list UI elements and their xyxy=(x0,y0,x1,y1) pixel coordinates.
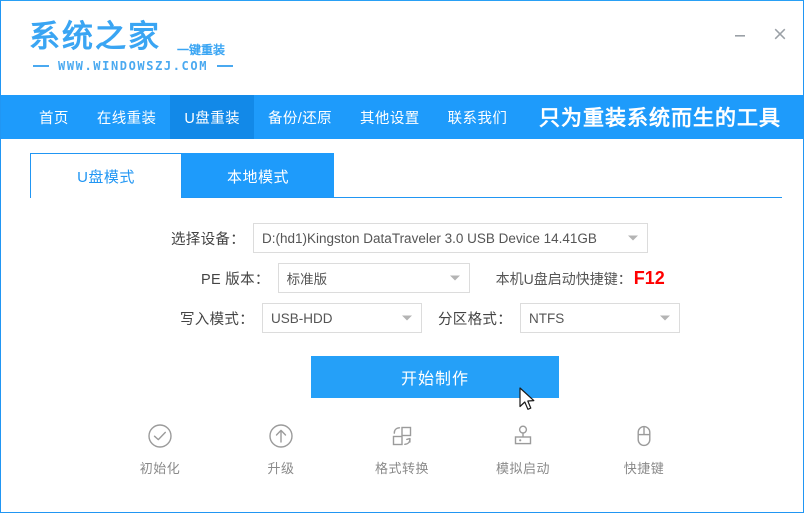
joystick-icon xyxy=(508,421,538,451)
brand-tagline: 一键重装 xyxy=(177,41,225,58)
check-circle-icon xyxy=(145,421,175,451)
brand-logo: 系统之家 一键重装 WWW.WINDOWSZJ.COM xyxy=(29,19,259,77)
nav-item-backup-restore[interactable]: 备份/还原 xyxy=(254,95,346,139)
tool-initialize[interactable]: 初始化 xyxy=(123,421,197,477)
brand-name: 系统之家 xyxy=(29,19,161,55)
app-window: 系统之家 一键重装 WWW.WINDOWSZJ.COM 首页 xyxy=(0,0,804,513)
nav-items: 首页 在线重装 U盘重装 备份/还原 其他设置 联系我们 xyxy=(25,95,521,139)
pe-version-row: PE 版本： 标准版 本机U盘启动快捷键：F12 xyxy=(201,263,665,293)
tool-format-convert-label: 格式转换 xyxy=(375,458,429,477)
device-label: 选择设备： xyxy=(171,228,245,249)
brand-url-row: WWW.WINDOWSZJ.COM xyxy=(33,59,233,73)
minimize-icon xyxy=(732,26,748,42)
tab-local-mode[interactable]: 本地模式 xyxy=(182,153,334,198)
pe-version-label: PE 版本： xyxy=(201,268,270,289)
nav-slogan: 只为重装系统而生的工具 xyxy=(539,95,781,139)
write-mode-row: 写入模式： USB-HDD 分区格式： NTFS xyxy=(180,303,680,333)
tabs-area: U盘模式 本地模式 xyxy=(1,139,803,199)
device-select[interactable]: D:(hd1)Kingston DataTraveler 3.0 USB Dev… xyxy=(253,223,648,253)
boot-hotkey-key: F12 xyxy=(634,268,665,289)
tool-simulate-boot-label: 模拟启动 xyxy=(496,458,550,477)
pe-version-select-value: 标准版 xyxy=(287,268,328,288)
window-controls xyxy=(727,21,793,47)
dash-left-icon xyxy=(33,65,49,67)
chevron-down-icon xyxy=(450,276,460,281)
pe-version-select[interactable]: 标准版 xyxy=(278,263,470,293)
device-row: 选择设备： D:(hd1)Kingston DataTraveler 3.0 U… xyxy=(171,223,648,253)
format-convert-icon xyxy=(387,421,417,451)
partition-format-label: 分区格式： xyxy=(438,308,512,329)
nav-item-contact-us[interactable]: 联系我们 xyxy=(434,95,522,139)
tool-shortcuts: 初始化 升级 格式转换 xyxy=(1,421,803,477)
nav-item-home[interactable]: 首页 xyxy=(25,95,83,139)
main-navigation: 首页 在线重装 U盘重装 备份/还原 其他设置 联系我们 只为重装系统而生的工具 xyxy=(1,95,803,139)
tool-format-convert[interactable]: 格式转换 xyxy=(365,421,439,477)
tab-underline xyxy=(182,197,782,198)
close-icon xyxy=(772,26,788,42)
start-make-button[interactable]: 开始制作 xyxy=(311,356,559,398)
tool-simulate-boot[interactable]: 模拟启动 xyxy=(486,421,560,477)
nav-item-usb-reinstall[interactable]: U盘重装 xyxy=(170,95,254,139)
boot-hotkey-info: 本机U盘启动快捷键：F12 xyxy=(496,268,665,289)
boot-hotkey-label: 本机U盘启动快捷键： xyxy=(496,269,632,289)
nav-item-online-reinstall[interactable]: 在线重装 xyxy=(83,95,171,139)
write-mode-select-value: USB-HDD xyxy=(271,311,333,326)
partition-format-select-value: NTFS xyxy=(529,311,564,326)
brand-url: WWW.WINDOWSZJ.COM xyxy=(58,59,208,73)
tab-usb-mode[interactable]: U盘模式 xyxy=(30,153,182,198)
dash-right-icon xyxy=(217,65,233,67)
tool-hotkeys[interactable]: 快捷键 xyxy=(607,421,681,477)
arrow-up-circle-icon xyxy=(266,421,296,451)
mode-tabs: U盘模式 本地模式 xyxy=(30,153,334,198)
chevron-down-icon xyxy=(660,316,670,321)
chevron-down-icon xyxy=(402,316,412,321)
write-mode-label: 写入模式： xyxy=(180,308,254,329)
title-bar: 系统之家 一键重装 WWW.WINDOWSZJ.COM xyxy=(1,1,803,95)
partition-format-select[interactable]: NTFS xyxy=(520,303,680,333)
mouse-icon xyxy=(629,421,659,451)
tool-hotkeys-label: 快捷键 xyxy=(624,458,665,477)
tool-initialize-label: 初始化 xyxy=(140,458,181,477)
nav-item-other-settings[interactable]: 其他设置 xyxy=(346,95,434,139)
chevron-down-icon xyxy=(628,236,638,241)
write-mode-select[interactable]: USB-HDD xyxy=(262,303,422,333)
tool-upgrade-label: 升级 xyxy=(267,458,294,477)
device-select-value: D:(hd1)Kingston DataTraveler 3.0 USB Dev… xyxy=(262,231,597,246)
close-button[interactable] xyxy=(767,21,793,47)
minimize-button[interactable] xyxy=(727,21,753,47)
tool-upgrade[interactable]: 升级 xyxy=(244,421,318,477)
